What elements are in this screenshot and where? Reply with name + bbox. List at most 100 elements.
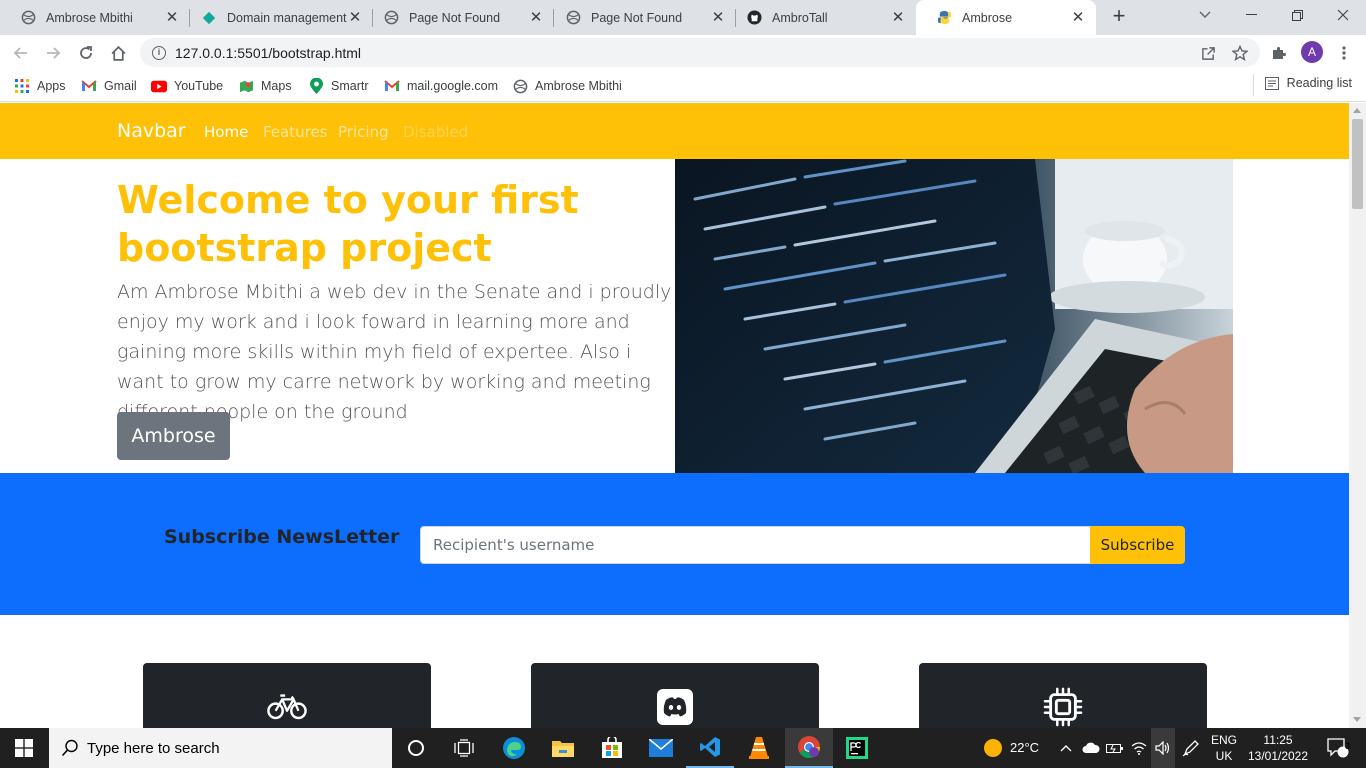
windows-start-icon[interactable] <box>0 728 48 768</box>
bookmark-mail-google[interactable]: mail.google.com <box>384 76 498 96</box>
browser-tab-active[interactable]: Ambrose ✕ <box>916 0 1096 35</box>
scroll-up-arrow-icon[interactable] <box>1353 108 1361 113</box>
newsletter-title: Subscribe NewsLetter <box>164 526 400 548</box>
bookmark-ambrose-mbithi[interactable]: Ambrose Mbithi <box>512 76 622 96</box>
site-navbar: Navbar Home Features Pricing Disabled <box>0 103 1349 159</box>
vlc-icon[interactable] <box>735 728 783 768</box>
file-explorer-icon[interactable] <box>539 728 587 768</box>
feature-card <box>531 663 819 728</box>
cortana-icon[interactable] <box>392 728 440 768</box>
bookmark-label: Ambrose Mbithi <box>535 79 622 93</box>
browser-tab[interactable]: AmbroTall ✕ <box>726 0 916 35</box>
browser-tab[interactable]: Page Not Found ✕ <box>545 0 736 35</box>
tab-title: Page Not Found <box>591 10 683 25</box>
share-icon[interactable] <box>1195 40 1221 66</box>
site-info-icon[interactable]: i <box>152 45 166 60</box>
home-icon[interactable] <box>105 40 131 66</box>
search-icon <box>61 739 79 757</box>
discord-icon <box>655 687 695 727</box>
weather-temperature[interactable]: 22°C <box>1010 740 1039 756</box>
reload-icon[interactable] <box>73 40 99 66</box>
page-scrollbar[interactable] <box>1349 103 1366 728</box>
feature-card <box>919 663 1207 728</box>
pycharm-icon[interactable] <box>833 728 881 768</box>
globe-icon <box>20 10 36 26</box>
tab-title: Domain management <box>227 10 347 25</box>
battery-icon[interactable] <box>1103 728 1127 768</box>
scroll-down-arrow-icon[interactable] <box>1353 717 1361 722</box>
input-language[interactable]: ENG UK <box>1208 732 1240 764</box>
vscode-icon[interactable] <box>686 728 734 768</box>
scrollbar-thumb[interactable] <box>1352 119 1363 209</box>
hero-button[interactable]: Ambrose <box>117 412 230 460</box>
feature-card <box>143 663 431 728</box>
microsoft-store-icon[interactable] <box>588 728 636 768</box>
minimize-icon[interactable] <box>1228 0 1274 30</box>
profile-avatar[interactable]: A <box>1301 41 1323 63</box>
language-region: UK <box>1215 749 1233 763</box>
more-menu-icon[interactable] <box>1331 40 1357 66</box>
chevron-up-icon[interactable] <box>1054 728 1078 768</box>
close-tab-icon[interactable]: ✕ <box>710 9 726 26</box>
close-tab-icon[interactable]: ✕ <box>528 9 544 26</box>
location-pin-icon <box>308 78 324 94</box>
nav-link-disabled: Disabled <box>403 123 469 141</box>
bookmark-label: Smartr <box>331 79 369 93</box>
cpu-icon <box>1043 687 1083 727</box>
onedrive-cloud-icon[interactable] <box>1079 728 1103 768</box>
close-tab-icon[interactable]: ✕ <box>890 9 906 26</box>
reading-list[interactable]: Reading list <box>1252 74 1352 96</box>
volume-icon[interactable] <box>1151 728 1175 768</box>
wifi-icon[interactable] <box>1127 728 1151 768</box>
apps-grid-icon <box>14 78 30 94</box>
globe-icon <box>383 10 399 26</box>
close-tab-icon[interactable]: ✕ <box>1070 9 1086 26</box>
task-view-icon[interactable] <box>440 728 488 768</box>
close-tab-icon[interactable]: ✕ <box>347 9 363 26</box>
python-icon <box>936 10 952 26</box>
close-tab-icon[interactable]: ✕ <box>164 9 180 26</box>
github-icon <box>746 10 762 26</box>
bookmark-youtube[interactable]: YouTube <box>151 76 223 96</box>
bicycle-icon <box>267 687 307 727</box>
tab-search-chevron-icon[interactable] <box>1182 0 1228 30</box>
globe-icon <box>512 78 528 94</box>
bookmark-gmail[interactable]: Gmail <box>81 76 137 96</box>
back-arrow-icon[interactable] <box>8 40 34 66</box>
browser-tab[interactable]: Domain management ✕ <box>181 0 373 35</box>
mail-icon[interactable] <box>637 728 685 768</box>
notification-count: 3 <box>1345 741 1351 751</box>
taskbar-search-box[interactable]: Type here to search <box>49 728 392 768</box>
browser-tab-strip: Ambrose Mbithi ✕ Domain management ✕ Pag… <box>0 0 1366 35</box>
navbar-brand[interactable]: Navbar <box>117 120 186 142</box>
browser-tab[interactable]: Page Not Found ✕ <box>363 0 554 35</box>
address-bar[interactable]: i 127.0.0.1:5501/bootstrap.html <box>140 38 1260 67</box>
nav-link-pricing[interactable]: Pricing <box>338 123 389 141</box>
edge-browser-icon[interactable] <box>490 728 538 768</box>
nav-link-home[interactable]: Home <box>204 123 248 141</box>
newsletter-username-input[interactable] <box>420 526 1091 564</box>
close-window-icon[interactable] <box>1320 0 1366 30</box>
bookmark-maps[interactable]: Maps <box>238 76 292 96</box>
clock-date: 13/01/2022 <box>1247 749 1309 763</box>
bookmark-label: mail.google.com <box>407 79 499 93</box>
notification-center-icon[interactable]: 3 <box>1318 728 1358 768</box>
restore-icon[interactable] <box>1274 0 1320 30</box>
chrome-icon[interactable] <box>785 728 833 768</box>
extensions-puzzle-icon[interactable] <box>1266 40 1292 66</box>
pen-workspace-icon[interactable] <box>1178 728 1204 768</box>
subscribe-button[interactable]: Subscribe <box>1090 526 1185 564</box>
bookmark-smartr[interactable]: Smartr <box>308 76 369 96</box>
nav-link-features[interactable]: Features <box>263 123 328 141</box>
forward-arrow-icon[interactable] <box>40 40 66 66</box>
language-code: ENG <box>1210 733 1237 747</box>
new-tab-button[interactable]: + <box>1108 5 1130 28</box>
bookmark-star-icon[interactable] <box>1227 40 1253 66</box>
system-clock[interactable]: 11:25 13/01/2022 <box>1244 732 1312 764</box>
taskbar-search-placeholder: Type here to search <box>87 739 220 757</box>
tab-title: Ambrose <box>962 10 1013 25</box>
bookmark-apps[interactable]: Apps <box>14 76 66 96</box>
tab-title: Page Not Found <box>409 10 501 25</box>
gmail-icon <box>384 78 400 94</box>
browser-tab[interactable]: Ambrose Mbithi ✕ <box>0 0 190 35</box>
